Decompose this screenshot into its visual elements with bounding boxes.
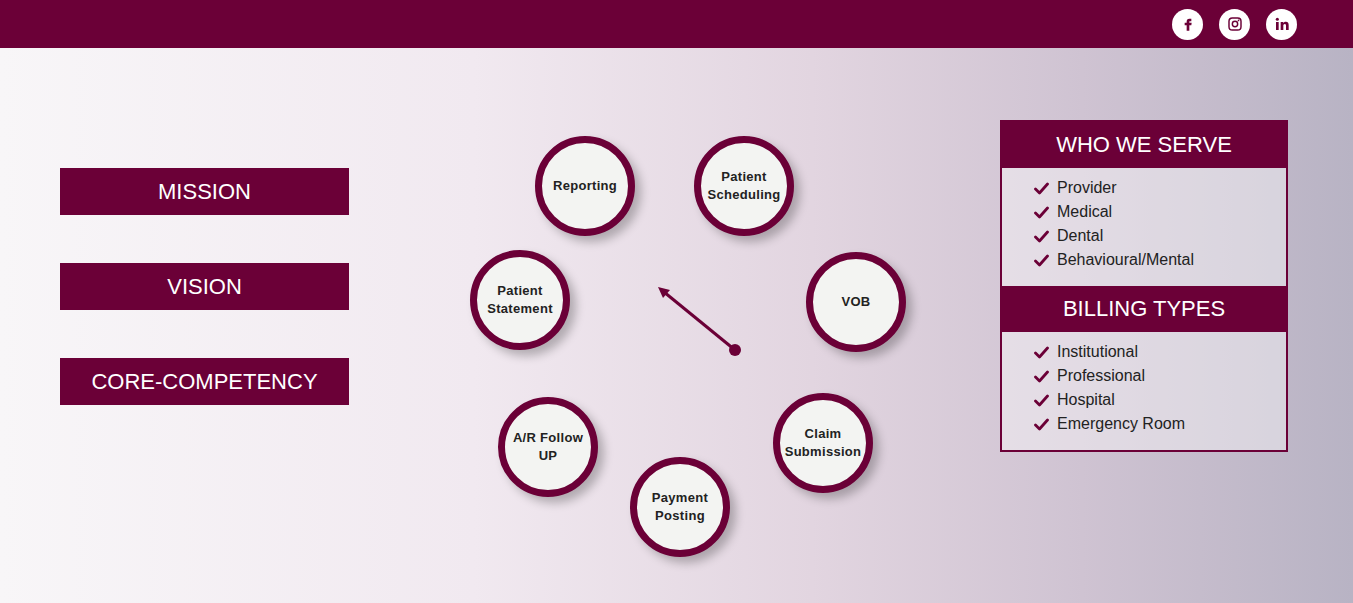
service-label: Reporting [549, 177, 621, 195]
service-label: Claim Submission [780, 425, 866, 460]
check-icon [1034, 346, 1049, 359]
service-node[interactable]: Payment Posting [630, 457, 730, 557]
info-panel: WHO WE SERVE Provider Medical Dental Beh… [1000, 120, 1288, 452]
panel-list: Provider Medical Dental Behavioural/Ment… [1002, 168, 1286, 286]
nav-button[interactable]: MISSION [60, 168, 349, 215]
panel-item: Provider [1034, 176, 1286, 200]
top-bar [0, 0, 1353, 48]
service-label: Patient Statement [477, 282, 563, 317]
panel-item: Behavioural/Mental [1034, 248, 1286, 272]
social-links [1172, 9, 1297, 40]
service-label: Patient Scheduling [701, 168, 787, 203]
check-icon [1034, 254, 1049, 267]
linkedin-icon[interactable] [1266, 9, 1297, 40]
service-label: A/R Follow UP [505, 429, 591, 464]
facebook-icon[interactable] [1172, 9, 1203, 40]
panel-item: Professional [1034, 364, 1286, 388]
check-icon [1034, 206, 1049, 219]
nav-buttons: MISSION VISION CORE-COMPETENCY [60, 120, 349, 405]
check-icon [1034, 230, 1049, 243]
service-node[interactable]: VOB [806, 252, 906, 352]
service-label: VOB [837, 293, 874, 311]
check-icon [1034, 370, 1049, 383]
panel-title: BILLING TYPES [1002, 286, 1286, 332]
panel-list: Institutional Professional Hospital Emer… [1002, 332, 1286, 450]
panel-item: Emergency Room [1034, 412, 1286, 436]
service-node[interactable]: Patient Scheduling [694, 136, 794, 236]
panel-item: Medical [1034, 200, 1286, 224]
nav-button[interactable]: VISION [60, 263, 349, 310]
page: Reporting Patient Scheduling VOB Claim Subm… [0, 0, 1353, 603]
panel-item: Hospital [1034, 388, 1286, 412]
instagram-icon[interactable] [1219, 9, 1250, 40]
check-icon [1034, 418, 1049, 431]
panel-item: Institutional [1034, 340, 1286, 364]
panel-title: WHO WE SERVE [1002, 122, 1286, 168]
service-node[interactable]: A/R Follow UP [498, 397, 598, 497]
check-icon [1034, 394, 1049, 407]
service-label: Payment Posting [637, 489, 723, 524]
service-node[interactable]: Claim Submission [773, 393, 873, 493]
hero: Reporting Patient Scheduling VOB Claim Subm… [0, 48, 1353, 603]
service-node[interactable]: Reporting [535, 136, 635, 236]
service-node[interactable]: Patient Statement [470, 250, 570, 350]
check-icon [1034, 182, 1049, 195]
nav-button[interactable]: CORE-COMPETENCY [60, 358, 349, 405]
panel-item: Dental [1034, 224, 1286, 248]
